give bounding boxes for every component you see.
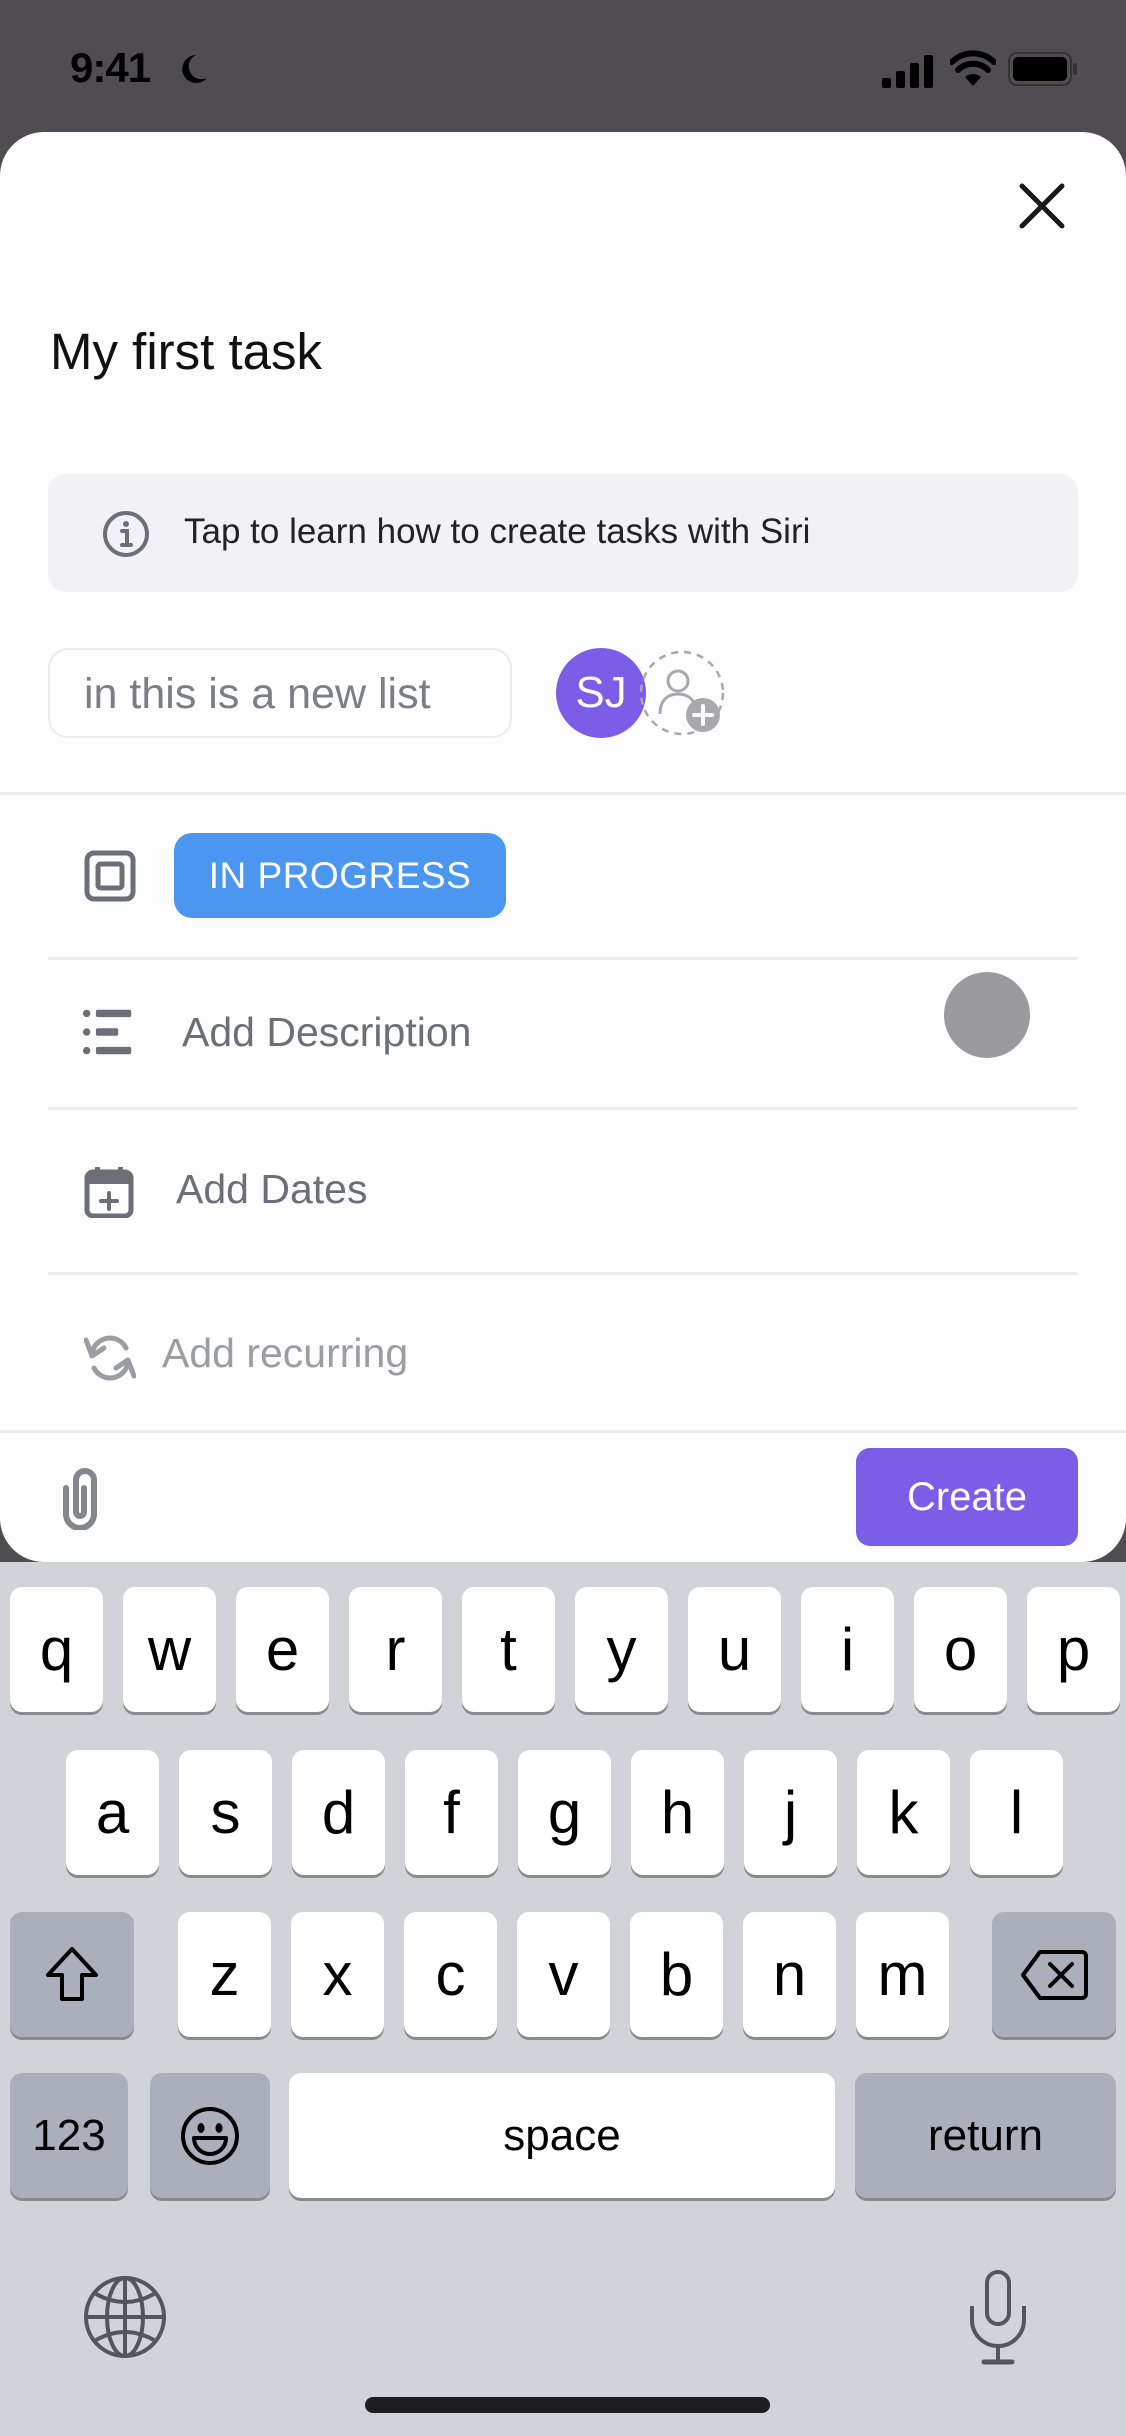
key-z[interactable]: z bbox=[178, 1912, 271, 2037]
emoji-icon bbox=[181, 2106, 239, 2165]
add-recurring-label: Add recurring bbox=[162, 1330, 409, 1376]
key-b[interactable]: b bbox=[630, 1912, 723, 2037]
home-indicator bbox=[365, 2397, 770, 2413]
add-description-label: Add Description bbox=[182, 1009, 472, 1055]
key-y[interactable]: y bbox=[575, 1587, 668, 1712]
key-r[interactable]: r bbox=[349, 1587, 442, 1712]
key-x[interactable]: x bbox=[291, 1912, 384, 2037]
key-s[interactable]: s bbox=[179, 1750, 272, 1875]
key-k[interactable]: k bbox=[857, 1750, 950, 1875]
battery-icon bbox=[1008, 52, 1077, 86]
key-d[interactable]: d bbox=[292, 1750, 385, 1875]
list-name: in this is a new list bbox=[84, 670, 431, 718]
wifi-icon bbox=[950, 50, 996, 86]
key-g[interactable]: g bbox=[518, 1750, 611, 1875]
emoji-key[interactable] bbox=[150, 2073, 270, 2198]
key-e[interactable]: e bbox=[236, 1587, 329, 1712]
key-o[interactable]: o bbox=[914, 1587, 1007, 1712]
microphone-icon[interactable] bbox=[966, 2268, 1030, 2368]
key-f[interactable]: f bbox=[405, 1750, 498, 1875]
divider bbox=[0, 792, 1126, 795]
key-a[interactable]: a bbox=[66, 1750, 159, 1875]
moon-icon bbox=[182, 55, 207, 83]
key-m[interactable]: m bbox=[856, 1912, 949, 2037]
status-time: 9:41 bbox=[70, 44, 151, 91]
touch-indicator bbox=[944, 972, 1030, 1058]
space-key[interactable]: space bbox=[289, 2073, 835, 2198]
add-dates-label: Add Dates bbox=[176, 1166, 368, 1212]
return-key[interactable]: return bbox=[855, 2073, 1116, 2198]
key-j[interactable]: j bbox=[744, 1750, 837, 1875]
backspace-key[interactable] bbox=[992, 1912, 1116, 2037]
shift-key[interactable] bbox=[10, 1912, 134, 2037]
status-button[interactable]: IN PROGRESS bbox=[174, 833, 506, 918]
paperclip-icon[interactable] bbox=[56, 1464, 110, 1530]
info-icon bbox=[103, 511, 149, 557]
list-selector[interactable]: in this is a new list bbox=[48, 648, 512, 738]
key-h[interactable]: h bbox=[631, 1750, 724, 1875]
key-q[interactable]: q bbox=[10, 1587, 103, 1712]
key-u[interactable]: u bbox=[688, 1587, 781, 1712]
task-title[interactable]: My first task bbox=[50, 322, 322, 381]
key-c[interactable]: c bbox=[404, 1912, 497, 2037]
siri-tip-banner[interactable]: Tap to learn how to create tasks with Si… bbox=[48, 474, 1078, 592]
key-n[interactable]: n bbox=[743, 1912, 836, 2037]
close-icon[interactable] bbox=[1014, 178, 1070, 234]
numbers-key[interactable]: 123 bbox=[10, 2073, 128, 2198]
description-list-icon bbox=[82, 1009, 132, 1055]
key-w[interactable]: w bbox=[123, 1587, 216, 1712]
key-v[interactable]: v bbox=[517, 1912, 610, 2037]
backspace-icon bbox=[1021, 1949, 1088, 2000]
status-square-icon bbox=[84, 850, 136, 902]
key-l[interactable]: l bbox=[970, 1750, 1063, 1875]
calendar-plus-icon bbox=[84, 1167, 134, 1218]
create-button[interactable]: Create bbox=[856, 1448, 1078, 1546]
signal-icon bbox=[882, 55, 933, 88]
key-t[interactable]: t bbox=[462, 1587, 555, 1712]
shift-icon bbox=[46, 1946, 98, 2001]
recurring-icon bbox=[84, 1335, 136, 1381]
add-user-icon[interactable] bbox=[638, 648, 726, 738]
key-i[interactable]: i bbox=[801, 1587, 894, 1712]
globe-icon[interactable] bbox=[82, 2274, 168, 2360]
divider bbox=[0, 1430, 1126, 1433]
siri-tip-text: Tap to learn how to create tasks with Si… bbox=[184, 512, 811, 551]
key-p[interactable]: p bbox=[1027, 1587, 1120, 1712]
assignee-avatar[interactable]: SJ bbox=[556, 648, 646, 738]
